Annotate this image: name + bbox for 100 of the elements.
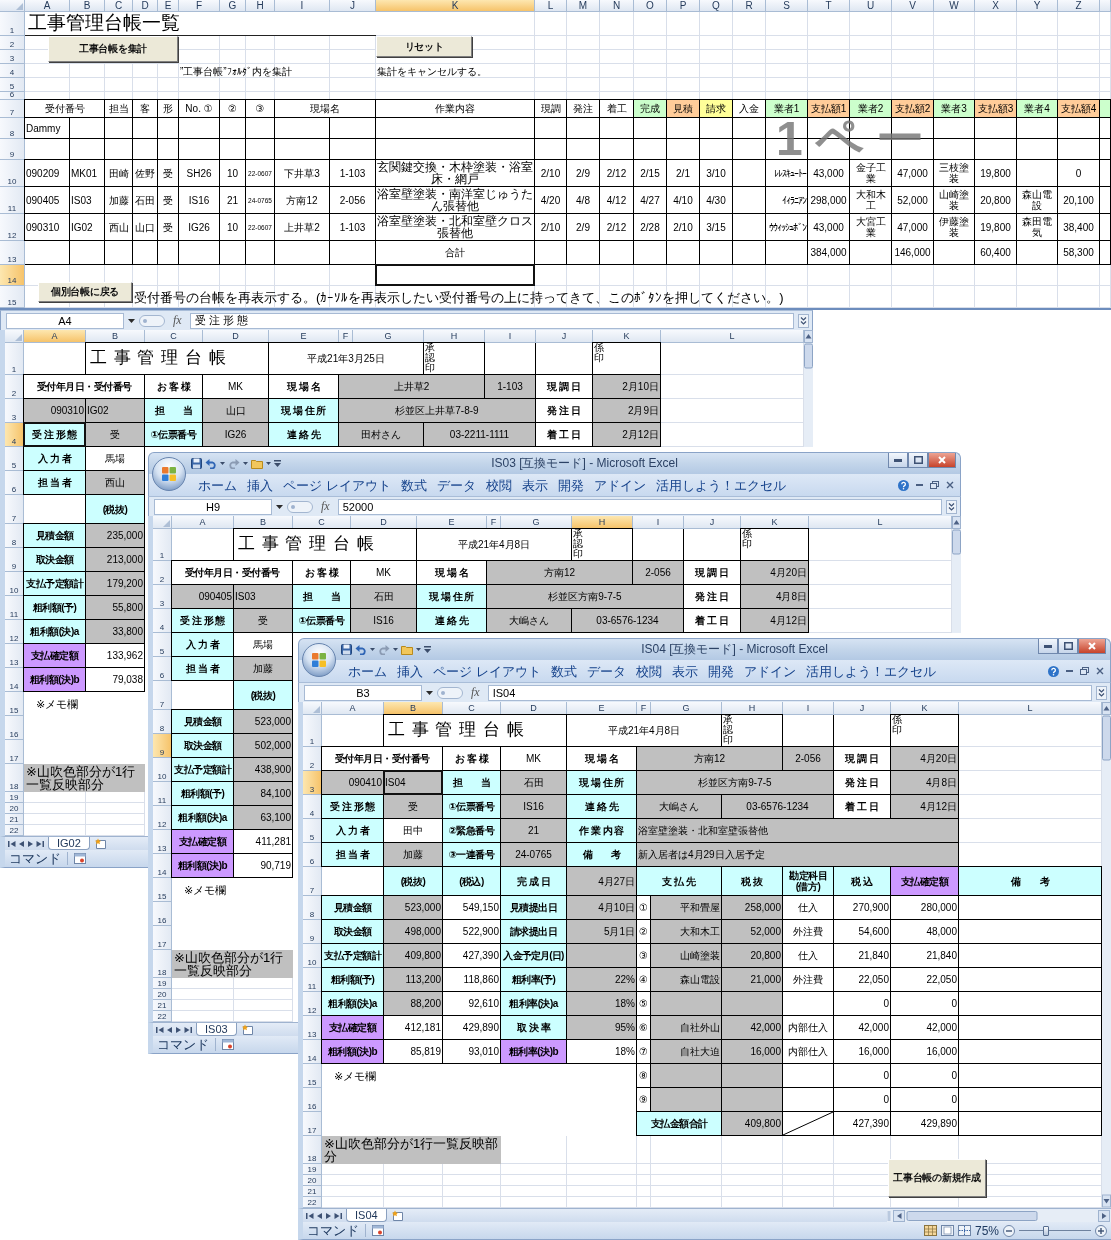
minimize-button[interactable]: [1038, 639, 1058, 654]
macro-button[interactable]: 工事台帳の新規作成: [888, 1159, 986, 1197]
row-header[interactable]: 1: [153, 529, 172, 561]
column-header[interactable]: J: [536, 330, 593, 343]
expand-icon[interactable]: [946, 499, 957, 514]
insert-function-button[interactable]: fx: [169, 313, 186, 328]
formula-field[interactable]: 52000: [337, 498, 942, 515]
name-box[interactable]: A4: [6, 312, 124, 329]
vertical-scrollbar[interactable]: [952, 516, 961, 633]
column-header[interactable]: T: [808, 0, 850, 12]
vertical-scrollbar[interactable]: [804, 330, 813, 447]
row-header[interactable]: 1: [0, 12, 25, 36]
caret-icon[interactable]: [266, 462, 271, 465]
column-header[interactable]: L: [809, 516, 952, 529]
first-sheet-icon[interactable]: [156, 1025, 164, 1034]
ribbon-tab[interactable]: 開発: [702, 661, 739, 681]
close-icon[interactable]: [1096, 667, 1104, 675]
save-icon[interactable]: [191, 458, 202, 469]
first-sheet-icon[interactable]: [8, 839, 16, 848]
column-header[interactable]: A: [322, 702, 384, 715]
row-header[interactable]: 20: [303, 1175, 322, 1186]
row-header[interactable]: 18: [303, 1136, 322, 1164]
macro-button[interactable]: 工事台帳を集計: [48, 36, 178, 62]
row-header[interactable]: 13: [0, 241, 25, 265]
ribbon-tab[interactable]: 挿入: [392, 661, 428, 681]
row-header[interactable]: 7: [0, 100, 25, 118]
record-macro-icon[interactable]: [222, 1039, 234, 1050]
column-header[interactable]: N: [600, 0, 634, 12]
row-header[interactable]: 19: [153, 978, 172, 989]
sheet-tab[interactable]: IS03: [196, 1023, 237, 1036]
row-header[interactable]: 21: [5, 814, 24, 825]
insert-sheet-icon[interactable]: [390, 1210, 405, 1221]
minimize-icon[interactable]: [894, 458, 902, 462]
row-header[interactable]: 4: [0, 64, 25, 78]
page-break-view-icon[interactable]: [957, 1225, 971, 1236]
help-icon[interactable]: [898, 479, 909, 491]
expand-icon[interactable]: [1096, 685, 1107, 700]
row-header[interactable]: 20: [153, 989, 172, 1000]
column-header[interactable]: C: [105, 0, 133, 12]
row-header[interactable]: 1: [5, 343, 24, 375]
sheet-tab[interactable]: IS04: [346, 1209, 387, 1222]
column-header[interactable]: P: [667, 0, 700, 12]
insert-function-button[interactable]: fx: [317, 499, 334, 514]
caret-icon[interactable]: [243, 462, 248, 465]
dropdown-caret-icon[interactable]: [128, 318, 135, 323]
ribbon-tab[interactable]: 表示: [516, 475, 553, 495]
dropdown-caret-icon[interactable]: [426, 690, 433, 695]
next-sheet-icon[interactable]: [325, 1211, 332, 1220]
column-header[interactable]: A: [24, 330, 86, 343]
last-sheet-icon[interactable]: [184, 1025, 192, 1034]
last-sheet-icon[interactable]: [334, 1211, 342, 1220]
formula-field[interactable]: IS04: [487, 684, 1092, 701]
ribbon-tab[interactable]: 活用しよう！エクセル: [650, 475, 791, 495]
row-header[interactable]: 15: [303, 1064, 322, 1088]
maximize-icon[interactable]: [1063, 642, 1073, 650]
next-sheet-icon[interactable]: [175, 1025, 182, 1034]
ribbon-tab[interactable]: 校閲: [480, 475, 517, 495]
customize-toolbar-icon[interactable]: [274, 460, 281, 467]
column-header[interactable]: E: [158, 0, 179, 12]
name-box[interactable]: B3: [304, 684, 422, 701]
row-header[interactable]: 19: [303, 1164, 322, 1175]
zoom-out-icon[interactable]: [1003, 1224, 1015, 1237]
row-header[interactable]: 6: [0, 92, 25, 100]
sheet-tab[interactable]: IG02: [48, 837, 90, 850]
column-header[interactable]: A: [172, 516, 234, 529]
row-header[interactable]: 8: [0, 118, 25, 139]
next-sheet-icon[interactable]: [27, 839, 34, 848]
column-header[interactable]: I: [783, 702, 834, 715]
column-header[interactable]: O: [634, 0, 667, 12]
column-header[interactable]: M: [567, 0, 600, 12]
maximize-button[interactable]: [1058, 639, 1078, 654]
minimize-button[interactable]: [888, 453, 908, 468]
ribbon-tab[interactable]: アドイン: [738, 661, 801, 681]
column-header[interactable]: I: [633, 516, 684, 529]
column-header[interactable]: J: [330, 0, 376, 12]
column-header[interactable]: U: [850, 0, 892, 12]
column-header[interactable]: X: [975, 0, 1017, 12]
ribbon-tab[interactable]: 挿入: [242, 475, 278, 495]
row-header[interactable]: 7: [5, 495, 24, 524]
row-header[interactable]: 19: [5, 792, 24, 803]
column-header[interactable]: B: [70, 0, 105, 12]
first-sheet-icon[interactable]: [306, 1211, 314, 1220]
ribbon-tab[interactable]: アドイン: [588, 475, 651, 495]
column-header[interactable]: G: [220, 0, 246, 12]
row-header[interactable]: 21: [303, 1186, 322, 1197]
column-header[interactable]: J: [834, 702, 891, 715]
close-button[interactable]: [928, 453, 956, 468]
row-header[interactable]: 16: [303, 1088, 322, 1112]
column-header[interactable]: L: [535, 0, 567, 12]
row-header[interactable]: 12: [0, 214, 25, 241]
ribbon-tab[interactable]: ホーム: [343, 661, 392, 681]
macro-button[interactable]: 個別台帳に戻る: [38, 282, 132, 302]
caret-icon[interactable]: [220, 462, 225, 465]
caret-icon[interactable]: [370, 648, 375, 651]
row-header[interactable]: 15: [0, 286, 25, 308]
previous-sheet-icon[interactable]: [18, 839, 25, 848]
row-header[interactable]: 9: [0, 139, 25, 160]
previous-sheet-icon[interactable]: [166, 1025, 173, 1034]
column-header[interactable]: D: [133, 0, 158, 12]
close-button[interactable]: [1078, 639, 1106, 654]
